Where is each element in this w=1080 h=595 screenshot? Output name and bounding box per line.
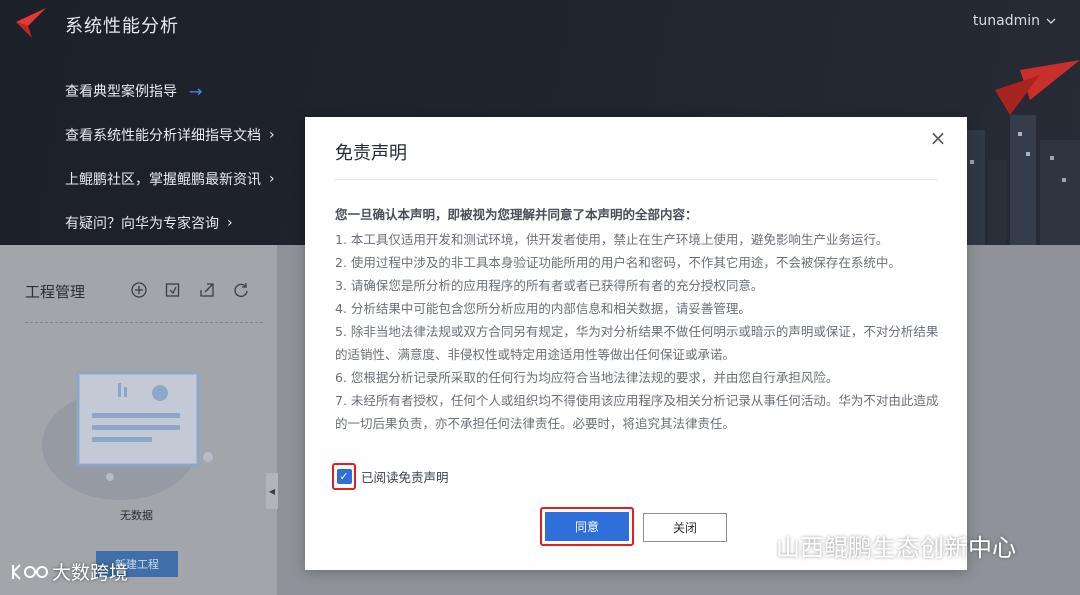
doc-guide-label: 查看系统性能分析详细指导文档: [65, 128, 261, 144]
checkmark-icon: ✓: [339, 470, 349, 483]
disclaimer-lead: 您一旦确认本声明，即被视为您理解并同意了本声明的全部内容：: [335, 207, 698, 222]
empty-state-text: 无数据: [120, 509, 153, 522]
export-icon[interactable]: [198, 281, 216, 299]
user-menu[interactable]: tunadmin: [973, 13, 1056, 29]
empty-state-illustration: [42, 371, 213, 500]
refresh-icon[interactable]: [232, 281, 250, 299]
panel-divider: [25, 322, 263, 323]
hero-links: 查看典型案例指导 → 查看系统性能分析详细指导文档 › 上鲲鹏社区，掌握鲲鹏最新…: [65, 80, 275, 245]
checkbox-highlight: ✓: [332, 463, 356, 490]
case-guide-link[interactable]: 查看典型案例指导 →: [65, 80, 275, 102]
collapse-handle[interactable]: ◀: [266, 473, 278, 509]
app-title: 系统性能分析: [65, 16, 179, 37]
import-icon[interactable]: [164, 281, 182, 299]
chevron-left-icon: ◀: [268, 486, 276, 496]
wechat-icon: [730, 531, 766, 560]
project-panel-title: 工程管理: [25, 283, 86, 301]
disclaimer-clause-2: 2. 使用过程中涉及的非工具本身验证功能所用的用户名和密码，不作其它用途，不会被…: [335, 255, 901, 270]
doc-guide-link[interactable]: 查看系统性能分析详细指导文档 ›: [65, 124, 275, 146]
confirm-button[interactable]: 同意: [545, 512, 629, 541]
watermark-logo-icon: [12, 563, 48, 580]
chevron-right-icon: ›: [269, 127, 275, 143]
agree-label: 已阅读免责声明: [361, 470, 449, 485]
disclaimer-clause-7: 7. 未经所有者授权，任何个人或组织均不得使用该应用程序及相关分析记录从事任何活…: [335, 393, 939, 431]
community-label: 上鲲鹏社区，掌握鲲鹏最新资讯: [65, 172, 261, 188]
watermark-left: 大数跨境: [10, 558, 128, 585]
project-toolbar: [130, 281, 250, 299]
disclaimer-clause-6: 6. 您根据分析记录所采取的任何行为均应符合当地法律法规的要求，并由您自行承担风…: [335, 370, 839, 385]
watermark-left-text: 大数跨境: [52, 562, 129, 584]
chevron-right-icon: ›: [227, 215, 233, 231]
chevron-down-icon: [1046, 18, 1056, 24]
confirm-highlight: 同意: [540, 507, 634, 546]
agree-row: ✓ 已阅读免责声明: [332, 463, 449, 490]
community-link[interactable]: 上鲲鹏社区，掌握鲲鹏最新资讯 ›: [65, 168, 275, 190]
add-circle-icon[interactable]: [130, 281, 148, 299]
disclaimer-clause-1: 1. 本工具仅适用开发和测试环境，供开发者使用，禁止在生产环境上使用，避免影响生…: [335, 232, 889, 247]
expert-consult-label: 有疑问？向华为专家咨询: [65, 216, 219, 232]
agree-checkbox[interactable]: ✓: [336, 469, 352, 484]
dialog-title: 免责声明: [335, 143, 407, 164]
disclaimer-clause-5: 5. 除非当地法律法规或双方合同另有规定，华为对分析结果不做任何明示或暗示的声明…: [335, 324, 939, 362]
chevron-right-icon: ›: [269, 171, 275, 187]
arrow-right-icon: →: [189, 81, 203, 101]
dialog-body: 您一旦确认本声明，即被视为您理解并同意了本声明的全部内容： 1. 本工具仅适用开…: [335, 205, 943, 435]
dialog-divider: [335, 179, 937, 180]
watermark-right-text: 山西鲲鹏生态创新中心: [776, 534, 1016, 562]
close-icon[interactable]: ×: [927, 127, 949, 149]
disclaimer-clause-4: 4. 分析结果中可能包含您所分析应用的内部信息和相关数据，请妥善管理。: [335, 301, 751, 316]
disclaimer-dialog: 免责声明 × 您一旦确认本声明，即被视为您理解并同意了本声明的全部内容： 1. …: [305, 117, 967, 570]
project-panel: 工程管理 无数据 新建工程 ◀: [0, 245, 278, 595]
close-button[interactable]: 关闭: [643, 513, 727, 542]
watermark-right: 山西鲲鹏生态创新中心: [728, 528, 1016, 563]
expert-consult-link[interactable]: 有疑问？向华为专家咨询 ›: [65, 212, 275, 234]
disclaimer-clause-3: 3. 请确保您是所分析的应用程序的所有者或者已获得所有者的充分授权同意。: [335, 278, 764, 293]
user-name: tunadmin: [972, 13, 1040, 29]
case-guide-label: 查看典型案例指导: [65, 84, 177, 100]
logo-icon: [16, 8, 46, 38]
